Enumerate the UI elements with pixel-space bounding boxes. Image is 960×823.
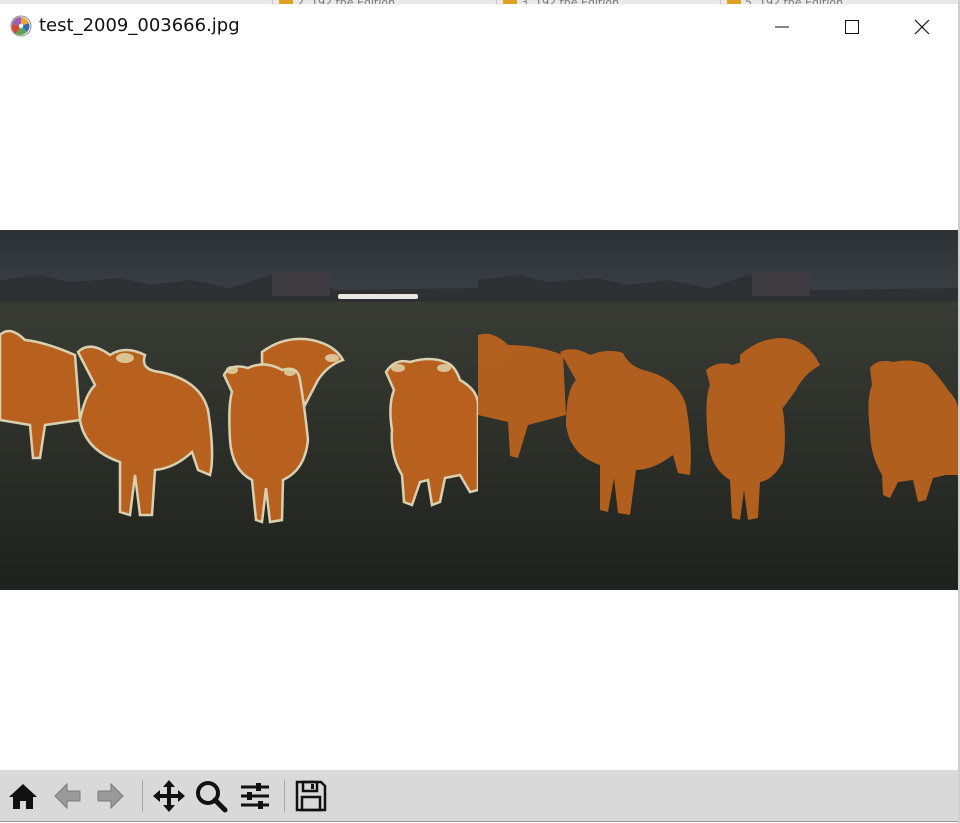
save-button[interactable] bbox=[292, 776, 330, 816]
farm-house bbox=[272, 272, 330, 296]
forward-button[interactable] bbox=[92, 776, 130, 816]
save-icon bbox=[295, 780, 327, 812]
predicted-overlay-image bbox=[478, 230, 958, 590]
window-title: test_2009_003666.jpg bbox=[39, 15, 240, 36]
forward-icon bbox=[97, 782, 124, 810]
farm-house bbox=[752, 272, 810, 296]
home-button[interactable] bbox=[4, 776, 42, 816]
back-icon bbox=[54, 782, 81, 810]
minimize-icon bbox=[775, 26, 789, 28]
configure-subplots-button[interactable] bbox=[236, 776, 274, 816]
image-figure bbox=[0, 230, 958, 590]
ground-truth-overlay-image bbox=[0, 230, 478, 590]
configure-subplots-icon bbox=[241, 783, 269, 809]
toolbar-separator bbox=[142, 780, 143, 812]
matplotlib-icon bbox=[10, 15, 32, 37]
toolbar-separator bbox=[284, 780, 285, 812]
figure-window: test_2009_003666.jpg bbox=[0, 4, 959, 822]
minimize-button[interactable] bbox=[748, 4, 816, 50]
figure-canvas[interactable] bbox=[0, 50, 958, 770]
title-bar[interactable]: test_2009_003666.jpg bbox=[0, 4, 958, 50]
home-icon bbox=[9, 784, 37, 809]
pan-icon bbox=[153, 780, 185, 812]
back-button[interactable] bbox=[48, 776, 86, 816]
navigation-toolbar bbox=[0, 770, 958, 821]
pan-button[interactable] bbox=[150, 776, 188, 816]
close-button[interactable] bbox=[888, 4, 956, 50]
white-van bbox=[338, 294, 418, 299]
maximize-icon bbox=[845, 20, 859, 34]
zoom-icon bbox=[196, 781, 228, 813]
close-icon bbox=[914, 19, 930, 35]
maximize-button[interactable] bbox=[818, 4, 886, 50]
zoom-button[interactable] bbox=[192, 776, 230, 816]
